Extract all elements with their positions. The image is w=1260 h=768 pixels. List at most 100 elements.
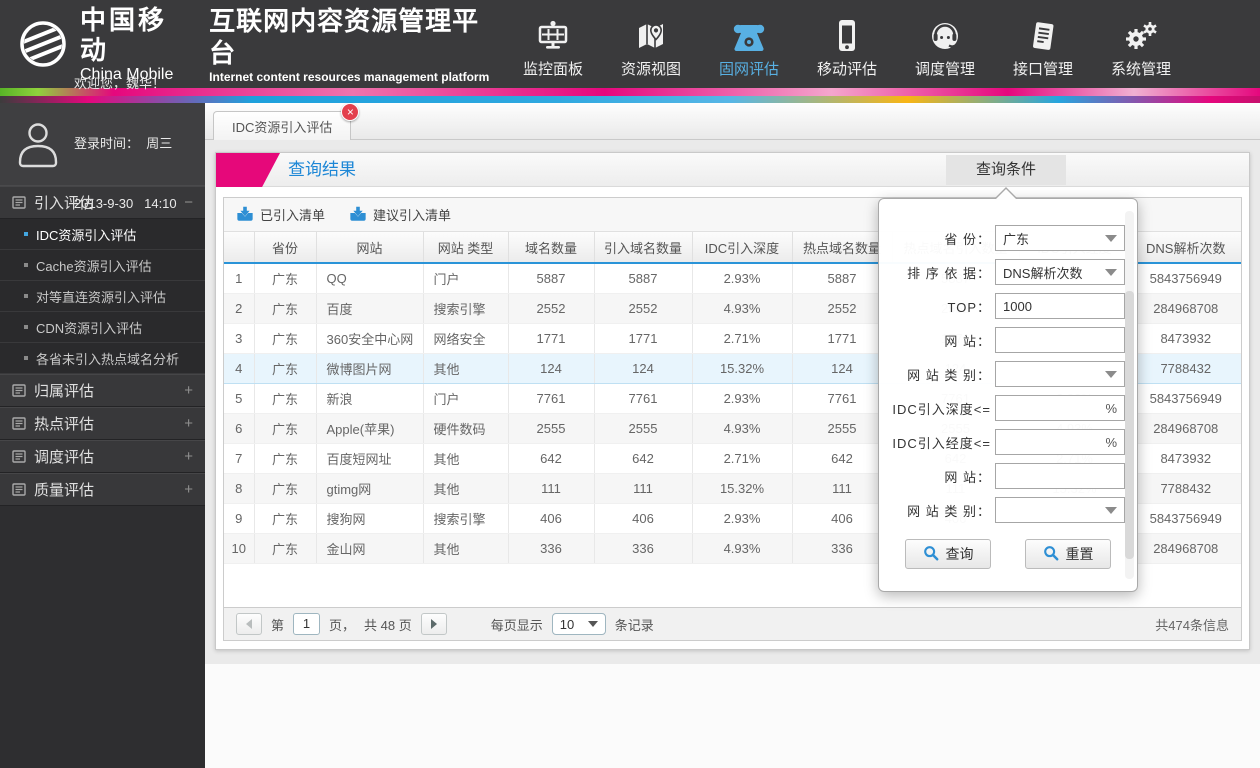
- sidebar-group-label: 调度评估: [34, 449, 95, 466]
- dropdown-field-0[interactable]: 广东: [995, 225, 1125, 251]
- imported-list-button[interactable]: 已引入清单: [236, 205, 325, 225]
- popup-field-row: 排 序 依 据： DNS解析次数: [879, 255, 1137, 289]
- nav-item-fixed-eval[interactable]: 固网评估: [700, 0, 798, 88]
- bullet-icon: [24, 325, 28, 329]
- table-cell: 7: [224, 443, 255, 474]
- table-cell: 124: [792, 352, 893, 384]
- magnifier-icon: [1043, 545, 1059, 564]
- table-cell: 2.71%: [692, 323, 793, 354]
- bullet-icon: [24, 356, 28, 360]
- table-cell: 广东: [254, 383, 317, 414]
- sidebar-item[interactable]: 各省未引入热点域名分析: [0, 343, 205, 374]
- reset-button[interactable]: 重置: [1025, 539, 1111, 569]
- table-cell: 2: [224, 293, 255, 324]
- table-cell: gtimg网: [316, 473, 424, 504]
- field-label: 网 站 类 别：: [907, 503, 991, 519]
- table-cell: 6: [224, 413, 255, 444]
- dropdown-field-8[interactable]: [995, 497, 1125, 523]
- table-cell: 门户: [423, 263, 509, 294]
- dropdown-field-4[interactable]: [995, 361, 1125, 387]
- sidebar-group-dispatch-eval[interactable]: 调度评估 +: [0, 440, 205, 473]
- dashboard-icon: [536, 17, 570, 55]
- input-field-6[interactable]: %: [995, 429, 1125, 455]
- percent-suffix: %: [1105, 434, 1117, 450]
- table-cell: 1771: [594, 323, 693, 354]
- field-label: 网 站：: [944, 333, 991, 349]
- popup-scrollbar[interactable]: [1125, 211, 1134, 579]
- nav-item-label: 接口管理: [1012, 61, 1073, 78]
- welcome-text: 欢迎您，魏华！: [74, 76, 166, 91]
- table-cell: 5843756949: [1130, 383, 1241, 414]
- table-cell: 8: [224, 473, 255, 504]
- reset-button-label: 重置: [1065, 546, 1094, 562]
- table-cell: 其他: [423, 443, 509, 474]
- table-cell: 336: [508, 533, 595, 564]
- document-icon: [12, 450, 26, 463]
- chevron-down-icon: [1105, 235, 1117, 242]
- prev-page-button[interactable]: [236, 613, 262, 635]
- column-header: IDC引入深度: [692, 232, 793, 264]
- sidebar-item[interactable]: CDN资源引入评估: [0, 312, 205, 343]
- top-header: 中国移动 China Mobile 互联网内容资源管理平台 Internet c…: [0, 0, 1260, 88]
- nav-item-dispatch-mgmt[interactable]: 调度管理: [896, 0, 994, 88]
- total-pages: 共 48 页: [364, 617, 412, 633]
- input-field-7[interactable]: [995, 463, 1125, 489]
- table-cell: 4.93%: [692, 413, 793, 444]
- nav-item-interface-mgmt[interactable]: 接口管理: [994, 0, 1092, 88]
- input-field-3[interactable]: [995, 327, 1125, 353]
- close-icon[interactable]: ×: [341, 103, 360, 121]
- suggested-import-list-button[interactable]: 建议引入清单: [349, 205, 451, 225]
- sidebar-group-hotspot-eval[interactable]: 热点评估 +: [0, 407, 205, 440]
- table-cell: 360安全中心网: [316, 323, 424, 354]
- sidebar-group-label: 质量评估: [34, 482, 95, 499]
- tab-idc-import-eval[interactable]: IDC资源引入评估 ×: [213, 103, 360, 140]
- popup-field-row: 网 站 类 别：: [879, 493, 1137, 527]
- sidebar-group-quality-eval[interactable]: 质量评估 +: [0, 473, 205, 506]
- scrollbar-thumb[interactable]: [1125, 291, 1134, 559]
- tab-strip: IDC资源引入评估 ×: [205, 103, 1260, 140]
- nav-item-monitor-panel[interactable]: 监控面板: [504, 0, 602, 88]
- query-conditions-button[interactable]: 查询条件: [946, 155, 1066, 185]
- nav-item-mobile-eval[interactable]: 移动评估: [798, 0, 896, 88]
- bullet-icon: [24, 263, 28, 267]
- table-cell: 406: [508, 503, 595, 534]
- sidebar-group-label: 热点评估: [34, 416, 95, 433]
- sidebar-item[interactable]: 对等直连资源引入评估: [0, 281, 205, 312]
- table-cell: 2.93%: [692, 503, 793, 534]
- per-page-select[interactable]: 10: [551, 613, 606, 635]
- sidebar-item[interactable]: Cache资源引入评估: [0, 250, 205, 281]
- nav-item-label: 固网评估: [718, 61, 779, 78]
- popup-fields: 省 份： 广东排 序 依 据： DNS解析次数 TOP： 1000 网 站： 网 站 类 别…: [879, 221, 1137, 527]
- input-field-5[interactable]: %: [995, 395, 1125, 421]
- bullet-icon: [24, 294, 28, 298]
- document-icon: [12, 483, 26, 496]
- input-field-2[interactable]: 1000: [995, 293, 1125, 319]
- sidebar-group-ownership-eval[interactable]: 归属评估 +: [0, 374, 205, 407]
- table-cell: 2552: [792, 293, 893, 324]
- table-cell: QQ: [316, 263, 424, 294]
- next-page-button[interactable]: [420, 613, 447, 635]
- page: 中国移动 China Mobile 互联网内容资源管理平台 Internet c…: [0, 0, 1260, 768]
- document-icon: [12, 417, 26, 430]
- table-cell: 111: [792, 473, 893, 504]
- phone-icon: [731, 17, 767, 55]
- table-cell: 3: [224, 323, 255, 354]
- nav-item-system-mgmt[interactable]: 系统管理: [1092, 0, 1190, 88]
- nav-item-resource-view[interactable]: 资源视图: [602, 0, 700, 88]
- dropdown-field-1[interactable]: DNS解析次数: [995, 259, 1125, 285]
- chevron-down-icon: [587, 621, 598, 627]
- table-cell: 5887: [594, 263, 693, 294]
- table-cell: 406: [792, 503, 893, 534]
- page-input[interactable]: 1: [293, 613, 321, 635]
- table-cell: 2552: [594, 293, 693, 324]
- table-cell: 5887: [792, 263, 893, 294]
- popup-field-row: 网 站：: [879, 323, 1137, 357]
- sidebar-item-label: 各省未引入热点域名分析: [36, 351, 180, 367]
- table-cell: 336: [792, 533, 893, 564]
- search-button[interactable]: 查询: [905, 539, 991, 569]
- plus-icon: +: [184, 448, 193, 465]
- table-cell: 111: [508, 473, 595, 504]
- table-cell: 124: [594, 352, 693, 384]
- field-label: 网 站：: [944, 469, 991, 485]
- table-cell: 微博图片网: [316, 352, 424, 384]
